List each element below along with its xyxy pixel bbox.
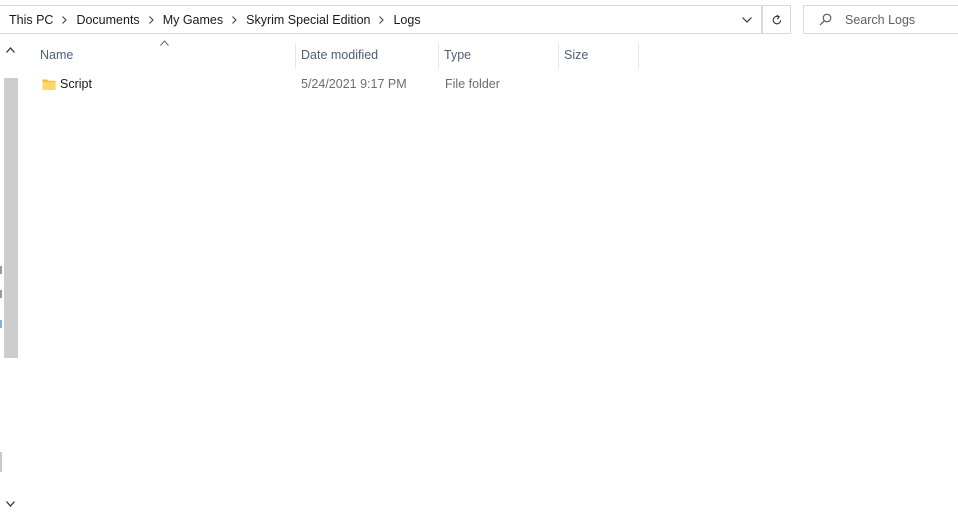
breadcrumb-logs[interactable]: Logs: [393, 13, 420, 27]
breadcrumb-documents[interactable]: Documents: [76, 13, 139, 27]
file-explorer-window: This PC Documents My Games Skyrim Specia…: [0, 0, 958, 524]
address-history-dropdown-button[interactable]: [733, 6, 761, 33]
column-header-type[interactable]: Type: [438, 40, 558, 69]
breadcrumb-chevron-icon[interactable]: [140, 6, 163, 33]
address-bar[interactable]: This PC Documents My Games Skyrim Specia…: [0, 5, 762, 34]
breadcrumb-this-pc[interactable]: This PC: [9, 13, 53, 27]
chevron-down-icon: [742, 16, 752, 23]
scrollbar-thumb[interactable]: [4, 78, 18, 358]
breadcrumb: This PC Documents My Games Skyrim Specia…: [0, 6, 733, 33]
search-input[interactable]: [845, 12, 955, 27]
search-icon: [819, 13, 833, 27]
table-row[interactable]: Script 5/24/2021 9:17 PM File folder: [19, 70, 958, 97]
refresh-button[interactable]: [762, 5, 791, 34]
column-header-date-modified-label: Date modified: [301, 47, 379, 62]
scroll-down-button[interactable]: [4, 498, 16, 510]
breadcrumb-skyrim-special-edition[interactable]: Skyrim Special Edition: [246, 13, 370, 27]
file-date-modified: 5/24/2021 9:17 PM: [301, 76, 407, 91]
chevron-down-icon: [5, 501, 15, 507]
vertical-scrollbar[interactable]: [0, 40, 19, 516]
column-header-size[interactable]: Size: [558, 40, 638, 69]
breadcrumb-chevron-icon[interactable]: [53, 6, 76, 33]
breadcrumb-chevron-icon[interactable]: [223, 6, 246, 33]
chevron-up-icon: [5, 47, 15, 53]
column-header-row: Name Date modified Type Size: [19, 40, 958, 70]
file-list: Script 5/24/2021 9:17 PM File folder: [19, 70, 958, 97]
breadcrumb-my-games[interactable]: My Games: [163, 13, 223, 27]
column-divider[interactable]: [638, 44, 639, 68]
file-name-cell[interactable]: Script: [42, 70, 92, 97]
search-box[interactable]: [803, 5, 958, 34]
column-header-name-label: Name: [40, 47, 74, 62]
scroll-up-button[interactable]: [4, 44, 16, 56]
folder-icon: [42, 77, 56, 91]
breadcrumb-chevron-icon[interactable]: [370, 6, 393, 33]
column-header-name[interactable]: Name: [34, 40, 295, 69]
column-header-date-modified[interactable]: Date modified: [295, 40, 438, 69]
column-header-type-label: Type: [444, 47, 472, 62]
file-type: File folder: [445, 76, 500, 91]
column-header-size-label: Size: [564, 47, 589, 62]
file-name: Script: [60, 76, 92, 91]
refresh-icon: [772, 14, 781, 24]
